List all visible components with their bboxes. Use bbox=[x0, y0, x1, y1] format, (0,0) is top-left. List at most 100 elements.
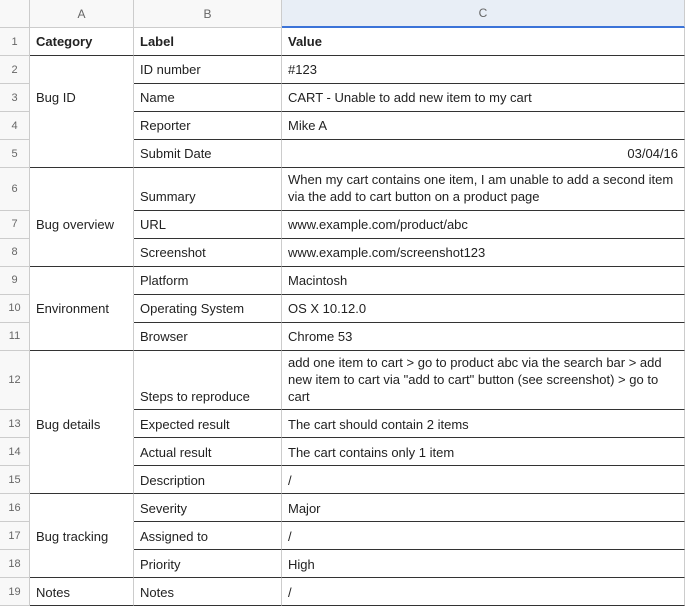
cell-category[interactable] bbox=[30, 351, 134, 411]
col-stub bbox=[685, 211, 695, 239]
cell-category[interactable] bbox=[30, 239, 134, 267]
column-header-a[interactable]: A bbox=[30, 0, 134, 28]
cell-label[interactable]: Steps to reproduce bbox=[134, 351, 282, 411]
row-header[interactable]: 17 bbox=[0, 522, 30, 550]
cell-value[interactable]: / bbox=[282, 522, 685, 550]
cell-value[interactable]: OS X 10.12.0 bbox=[282, 295, 685, 323]
row-header[interactable]: 5 bbox=[0, 140, 30, 168]
row-header[interactable]: 15 bbox=[0, 466, 30, 494]
cell-label[interactable]: Browser bbox=[134, 323, 282, 351]
cell-value[interactable]: www.example.com/screenshot123 bbox=[282, 239, 685, 267]
col-stub bbox=[685, 56, 695, 84]
cell-label[interactable]: Submit Date bbox=[134, 140, 282, 168]
cell-category[interactable] bbox=[30, 140, 134, 168]
cell-label[interactable]: Reporter bbox=[134, 112, 282, 140]
cell-value[interactable]: #123 bbox=[282, 56, 685, 84]
cell-category[interactable] bbox=[30, 56, 134, 84]
row-header[interactable]: 7 bbox=[0, 211, 30, 239]
spreadsheet-grid[interactable]: A B C 1CategoryLabelValue 2 ID number#123 3… bbox=[0, 0, 695, 606]
cell-category[interactable]: Bug overview bbox=[30, 211, 134, 239]
row-header[interactable]: 9 bbox=[0, 267, 30, 295]
cell-label[interactable]: Platform bbox=[134, 267, 282, 295]
row-header[interactable]: 1 bbox=[0, 28, 30, 56]
cell-value[interactable]: / bbox=[282, 466, 685, 494]
row-header[interactable]: 14 bbox=[0, 438, 30, 466]
cell-value[interactable]: www.example.com/product/abc bbox=[282, 211, 685, 239]
col-stub bbox=[685, 168, 695, 211]
cell-label[interactable]: Summary bbox=[134, 168, 282, 211]
col-stub bbox=[685, 28, 695, 56]
cell-category[interactable] bbox=[30, 466, 134, 494]
cell-value[interactable]: Chrome 53 bbox=[282, 323, 685, 351]
cell-value[interactable]: High bbox=[282, 550, 685, 578]
row-header[interactable]: 19 bbox=[0, 578, 30, 606]
row-header[interactable]: 18 bbox=[0, 550, 30, 578]
col-stub bbox=[685, 578, 695, 606]
cell-value[interactable]: Mike A bbox=[282, 112, 685, 140]
cell-category[interactable] bbox=[30, 112, 134, 140]
col-stub bbox=[685, 410, 695, 438]
cell-label[interactable]: Operating System bbox=[134, 295, 282, 323]
cell-category[interactable] bbox=[30, 550, 134, 578]
col-stub bbox=[685, 295, 695, 323]
row-header[interactable]: 2 bbox=[0, 56, 30, 84]
column-header-c[interactable]: C bbox=[282, 0, 685, 28]
row-header[interactable]: 11 bbox=[0, 323, 30, 351]
cell-value[interactable]: When my cart contains one item, I am una… bbox=[282, 168, 685, 211]
cell-label[interactable]: Severity bbox=[134, 494, 282, 522]
row-header[interactable]: 10 bbox=[0, 295, 30, 323]
column-header-b[interactable]: B bbox=[134, 0, 282, 28]
col-stub bbox=[685, 522, 695, 550]
cell-value[interactable]: The cart contains only 1 item bbox=[282, 438, 685, 466]
cell-category[interactable]: Bug details bbox=[30, 410, 134, 438]
cell-value[interactable]: CART - Unable to add new item to my cart bbox=[282, 84, 685, 112]
cell-label[interactable]: URL bbox=[134, 211, 282, 239]
cell-label[interactable]: Name bbox=[134, 84, 282, 112]
cell-category[interactable]: Bug tracking bbox=[30, 522, 134, 550]
col-stub bbox=[685, 438, 695, 466]
col-stub bbox=[685, 323, 695, 351]
col-stub bbox=[685, 351, 695, 411]
cell-value[interactable]: 03/04/16 bbox=[282, 140, 685, 168]
cell-label[interactable]: Screenshot bbox=[134, 239, 282, 267]
cell-label[interactable]: Priority bbox=[134, 550, 282, 578]
col-stub bbox=[685, 112, 695, 140]
cell-label[interactable]: Description bbox=[134, 466, 282, 494]
cell-value[interactable]: The cart should contain 2 items bbox=[282, 410, 685, 438]
cell-category[interactable] bbox=[30, 267, 134, 295]
cell-category[interactable]: Environment bbox=[30, 295, 134, 323]
col-stub bbox=[685, 466, 695, 494]
cell-value[interactable]: add one item to cart > go to product abc… bbox=[282, 351, 685, 411]
row-header[interactable]: 8 bbox=[0, 239, 30, 267]
col-stub bbox=[685, 239, 695, 267]
cell-value[interactable]: Major bbox=[282, 494, 685, 522]
cell-category[interactable] bbox=[30, 438, 134, 466]
cell-label[interactable]: Expected result bbox=[134, 410, 282, 438]
row-header[interactable]: 13 bbox=[0, 410, 30, 438]
cell-category-header[interactable]: Category bbox=[30, 28, 134, 56]
cell-label[interactable]: Actual result bbox=[134, 438, 282, 466]
row-header[interactable]: 3 bbox=[0, 84, 30, 112]
corner-select-all[interactable] bbox=[0, 0, 30, 28]
row-header[interactable]: 12 bbox=[0, 351, 30, 411]
col-stub bbox=[685, 140, 695, 168]
row-header[interactable]: 6 bbox=[0, 168, 30, 211]
cell-category[interactable] bbox=[30, 323, 134, 351]
row-header[interactable]: 4 bbox=[0, 112, 30, 140]
col-stub bbox=[685, 84, 695, 112]
cell-label-header[interactable]: Label bbox=[134, 28, 282, 56]
cell-value[interactable]: Macintosh bbox=[282, 267, 685, 295]
row-header[interactable]: 16 bbox=[0, 494, 30, 522]
cell-value-header[interactable]: Value bbox=[282, 28, 685, 56]
cell-label[interactable]: ID number bbox=[134, 56, 282, 84]
col-stub bbox=[685, 550, 695, 578]
col-stub bbox=[685, 494, 695, 522]
cell-label[interactable]: Assigned to bbox=[134, 522, 282, 550]
cell-category[interactable]: Notes bbox=[30, 578, 134, 606]
col-stub bbox=[685, 267, 695, 295]
cell-category[interactable] bbox=[30, 494, 134, 522]
cell-value[interactable]: / bbox=[282, 578, 685, 606]
cell-label[interactable]: Notes bbox=[134, 578, 282, 606]
cell-category[interactable]: Bug ID bbox=[30, 84, 134, 112]
cell-category[interactable] bbox=[30, 168, 134, 211]
